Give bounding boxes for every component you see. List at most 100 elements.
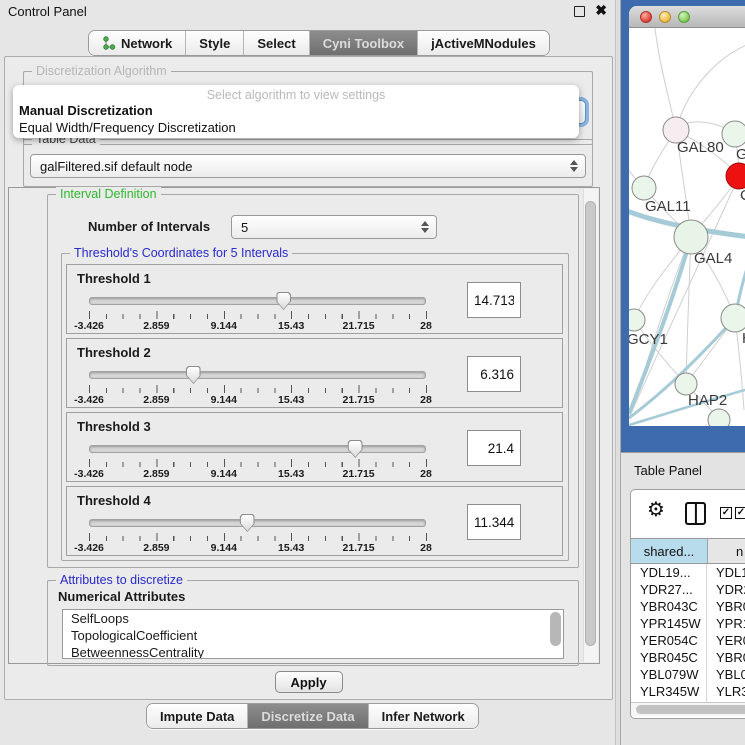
dropdown-placeholder-item[interactable]: Select algorithm to view settings <box>13 88 579 102</box>
threshold-panel: Threshold 3 -3.4262.8599.14415.4321.7152… <box>66 412 563 482</box>
slider-thumb[interactable] <box>348 440 363 458</box>
dropdown-item-manual-discretization[interactable]: Manual Discretization <box>19 103 153 118</box>
table-row[interactable]: YDR27...YDR2 <box>631 581 745 598</box>
table-row[interactable]: YDL19...YDL1 <box>631 564 745 581</box>
slider-thumb[interactable] <box>276 292 291 310</box>
node-gcy1[interactable] <box>629 309 645 331</box>
slider-ticks <box>89 385 427 394</box>
minimize-traffic-light-icon[interactable] <box>659 11 671 23</box>
threshold-label: Threshold 4 <box>77 493 151 508</box>
column-layout-icon[interactable] <box>685 502 706 525</box>
cell-shared-name[interactable]: YBL079W <box>631 666 707 683</box>
table-row[interactable]: YBR045CYBR0 <box>631 649 745 666</box>
cell-name[interactable]: YBR0 <box>707 649 745 666</box>
table-row[interactable]: YLR345WYLR3 <box>631 683 745 700</box>
scrollbar-thumb[interactable] <box>585 201 596 646</box>
cell-name[interactable]: YDL1 <box>707 564 745 581</box>
table-panel: Table Panel ⚙ ✓ ✓ shared... n YDL19...YD… <box>621 452 745 745</box>
tab-jactivemnodules[interactable]: jActiveMNodules <box>418 31 549 55</box>
tab-cyni-toolbox[interactable]: Cyni Toolbox <box>310 31 418 55</box>
zoom-traffic-light-icon[interactable] <box>678 11 690 23</box>
numerical-attributes-list[interactable]: SelfLoopsTopologicalCoefficientBetweenne… <box>62 609 564 659</box>
tab-discretize-data[interactable]: Discretize Data <box>248 704 368 728</box>
cell-shared-name[interactable]: YDL19... <box>631 564 707 581</box>
node-right-h[interactable] <box>721 304 745 332</box>
threshold-label: Threshold 1 <box>77 271 151 286</box>
tab-impute-data[interactable]: Impute Data <box>147 704 248 728</box>
column-header-name[interactable]: n <box>708 539 745 563</box>
gear-icon[interactable]: ⚙ <box>647 499 665 519</box>
threshold-value-input[interactable] <box>467 356 521 392</box>
threshold-slider[interactable] <box>89 367 426 383</box>
scrollbar-thumb[interactable] <box>636 705 745 714</box>
attribute-list-item[interactable]: TopologicalCoefficient <box>63 627 563 644</box>
node-label: GAL80 <box>677 139 724 156</box>
checkbox-icon[interactable]: ✓ <box>735 507 745 519</box>
tab-style[interactable]: Style <box>186 31 244 55</box>
threshold-slider[interactable] <box>89 441 426 457</box>
cell-name[interactable]: YDR2 <box>707 581 745 598</box>
cell-name[interactable]: YLR3 <box>707 683 745 700</box>
slider-tick-labels: -3.4262.8599.14415.4321.71528 <box>89 320 426 332</box>
cell-shared-name[interactable]: YBR045C <box>631 649 707 666</box>
cell-name[interactable]: YBL0 <box>707 666 745 683</box>
column-header-shared-name[interactable]: shared... <box>631 539 708 563</box>
table-horizontal-scrollbar[interactable] <box>631 702 745 716</box>
slider-thumb[interactable] <box>186 366 201 384</box>
slider-thumb[interactable] <box>240 514 255 532</box>
interval-definition-title: Interval Definition <box>56 187 161 201</box>
node-label: C <box>740 187 745 204</box>
slider-track[interactable] <box>89 371 426 379</box>
slider-track[interactable] <box>89 297 426 305</box>
tick-label: 15.43 <box>278 542 304 554</box>
number-of-intervals-combobox[interactable]: 5 <box>231 215 437 239</box>
table-row[interactable]: YER054CYER0 <box>631 632 745 649</box>
table-row[interactable]: YBR043CYBR0 <box>631 598 745 615</box>
node-gal11[interactable] <box>632 176 656 200</box>
tab-cyni-toolbox-label: Cyni Toolbox <box>323 36 404 51</box>
node-selected-red[interactable] <box>726 163 745 189</box>
attribute-list-item[interactable]: BetweennessCentrality <box>63 644 563 659</box>
cell-name[interactable]: YBR0 <box>707 598 745 615</box>
dropdown-item-equal-width-frequency[interactable]: Equal Width/Frequency Discretization <box>19 120 236 135</box>
network-canvas[interactable]: GAL80 G C GAL11 GAL4 GCY1 H HAP2 <box>629 28 745 426</box>
slider-track[interactable] <box>89 445 426 453</box>
network-window[interactable]: GAL80 G C GAL11 GAL4 GCY1 H HAP2 <box>629 6 745 426</box>
tab-network[interactable]: Network <box>89 31 186 55</box>
close-traffic-light-icon[interactable] <box>640 11 652 23</box>
close-icon[interactable]: ✖ <box>595 2 607 19</box>
attribute-list-item[interactable]: SelfLoops <box>63 610 563 627</box>
tab-infer-network[interactable]: Infer Network <box>369 704 478 728</box>
threshold-slider[interactable] <box>89 515 426 531</box>
cell-name[interactable]: YPR1 <box>707 615 745 632</box>
list-scrollbar[interactable] <box>550 612 561 646</box>
node-gal4[interactable] <box>674 220 708 254</box>
apply-button[interactable]: Apply <box>275 671 343 693</box>
screen: Control Panel ✖ Network Style Select Cyn… <box>0 0 745 745</box>
threshold-slider[interactable] <box>89 293 426 309</box>
threshold-value-input[interactable] <box>467 504 521 540</box>
settings-vertical-scrollbar[interactable] <box>583 189 598 662</box>
slider-track[interactable] <box>89 519 426 527</box>
table-row[interactable]: YPR145WYPR1 <box>631 615 745 632</box>
threshold-value-input[interactable] <box>467 430 521 466</box>
checkbox-icon[interactable]: ✓ <box>720 507 732 519</box>
cell-shared-name[interactable]: YPR145W <box>631 615 707 632</box>
table-data-combobox[interactable]: galFiltered.sif default node <box>30 154 586 178</box>
combo-stepper-icon <box>570 155 578 177</box>
node-bottom[interactable] <box>708 409 730 426</box>
tick-label: 9.144 <box>211 320 237 332</box>
tick-label: 15.43 <box>278 320 304 332</box>
node-top-right[interactable] <box>722 121 745 147</box>
network-window-titlebar[interactable] <box>629 6 745 28</box>
cell-shared-name[interactable]: YLR345W <box>631 683 707 700</box>
cell-shared-name[interactable]: YBR043C <box>631 598 707 615</box>
table-row[interactable]: YBL079WYBL0 <box>631 666 745 683</box>
cell-name[interactable]: YER0 <box>707 632 745 649</box>
cell-shared-name[interactable]: YER054C <box>631 632 707 649</box>
cell-shared-name[interactable]: YDR27... <box>631 581 707 598</box>
float-window-icon[interactable] <box>574 6 585 17</box>
tab-select[interactable]: Select <box>244 31 309 55</box>
tick-label: 2.859 <box>143 320 169 332</box>
threshold-value-input[interactable] <box>467 282 521 318</box>
